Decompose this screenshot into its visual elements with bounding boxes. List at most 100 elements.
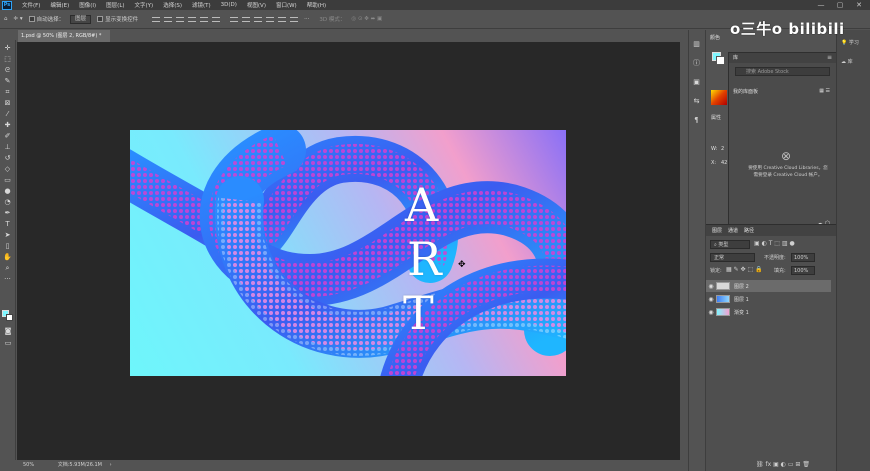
distribute-top-icon[interactable] (230, 16, 239, 22)
history-brush-tool-icon[interactable]: ↺ (3, 153, 13, 163)
width-value[interactable]: 2 (721, 146, 724, 152)
layer-row[interactable]: ◉ 图层 1 (706, 293, 831, 305)
library-selector[interactable]: 我的库面板 ▦ ☰ (733, 88, 832, 95)
tab-properties[interactable]: 属性 (711, 114, 721, 121)
zoom-level[interactable]: 50% (23, 462, 34, 468)
distribute-right-icon[interactable] (290, 16, 299, 22)
distribute-hcenter-icon[interactable] (278, 16, 287, 22)
panel-background-swatch[interactable] (716, 56, 725, 65)
3d-orbit-icon[interactable]: ◎ ⊙ ✥ ⬌ ▣ (351, 16, 382, 22)
quick-select-tool-icon[interactable]: ✎ (3, 76, 13, 86)
visibility-eye-icon[interactable]: ◉ (706, 283, 716, 290)
marquee-tool-icon[interactable]: ⬚ (3, 54, 13, 64)
path-select-tool-icon[interactable]: ➤ (3, 230, 13, 240)
menu-3d[interactable]: 3D(D) (221, 2, 237, 8)
x-value[interactable]: 42 (721, 160, 727, 166)
align-bottom-icon[interactable] (176, 16, 185, 22)
eraser-tool-icon[interactable]: ◇ (3, 164, 13, 174)
quick-mask-icon[interactable]: ◙ (3, 326, 13, 336)
layer-row[interactable]: ◉ 渐变 1 (706, 306, 831, 318)
align-vcenter-icon[interactable] (164, 16, 173, 22)
menu-filter[interactable]: 滤镜(T) (192, 1, 211, 9)
lock-icons[interactable]: ▦ ✎ ✥ ⬚ 🔒 (726, 266, 763, 273)
menu-layer[interactable]: 图层(L) (106, 1, 124, 9)
actions-panel-icon[interactable]: ▣ (692, 77, 702, 87)
crop-tool-icon[interactable]: ⌗ (3, 87, 13, 97)
learn-label: 学习 (848, 40, 859, 46)
grid-view-icon[interactable]: ▦ ☰ (819, 88, 830, 94)
screen-mode-icon[interactable]: ▭ (3, 338, 13, 348)
history-panel-icon[interactable]: ▥ (692, 39, 702, 49)
panel-menu-icon[interactable]: ≡ (827, 53, 832, 63)
tab-paths[interactable]: 路径 (744, 227, 754, 234)
auto-select-dropdown[interactable]: 图层 (70, 14, 92, 24)
menu-select[interactable]: 选择(S) (163, 1, 182, 9)
lasso-tool-icon[interactable]: ᘓ (3, 65, 13, 75)
menu-edit[interactable]: 编辑(E) (50, 1, 69, 9)
blend-mode-dropdown[interactable]: 正常 (710, 253, 755, 262)
menu-window[interactable]: 窗口(W) (276, 1, 297, 9)
move-tool-icon[interactable]: ✛ ▾ (14, 16, 23, 22)
library-search-input[interactable]: 搜索 Adobe Stock (735, 67, 830, 76)
paragraph-panel-icon[interactable]: ¶ (692, 115, 702, 125)
type-tool-icon[interactable]: T (3, 219, 13, 229)
clone-stamp-tool-icon[interactable]: ⊥ (3, 142, 13, 152)
frame-tool-icon[interactable]: ⊠ (3, 98, 13, 108)
close-button[interactable]: ✕ (852, 0, 866, 10)
show-transform-checkbox[interactable]: 显示变换控件 (97, 15, 138, 23)
healing-brush-tool-icon[interactable]: ✚ (3, 120, 13, 130)
menu-view[interactable]: 视图(V) (247, 1, 266, 9)
libraries-panel-button[interactable]: ☁ 库 (841, 58, 853, 65)
menu-help[interactable]: 帮助(H) (307, 1, 326, 9)
rectangle-tool-icon[interactable]: ▯ (3, 241, 13, 251)
tab-color[interactable]: 颜色 (710, 34, 720, 41)
learn-panel-button[interactable]: 💡 学习 (841, 39, 859, 46)
blur-tool-icon[interactable]: ● (3, 186, 13, 196)
fill-field[interactable]: 100% (791, 266, 815, 275)
more-options-icon[interactable]: ··· (304, 16, 309, 22)
gradient-swatch[interactable] (711, 90, 727, 105)
menu-type[interactable]: 文字(Y) (135, 1, 154, 9)
align-left-icon[interactable] (188, 16, 197, 22)
artwork-canvas[interactable]: A R T (130, 130, 566, 376)
distribute-left-icon[interactable] (266, 16, 275, 22)
visibility-eye-icon[interactable]: ◉ (706, 309, 716, 316)
align-hcenter-icon[interactable] (200, 16, 209, 22)
home-icon[interactable]: ⌂ (4, 16, 8, 22)
background-color-swatch[interactable] (6, 314, 13, 321)
visibility-eye-icon[interactable]: ◉ (706, 296, 716, 303)
menu-image[interactable]: 图像(I) (79, 1, 96, 9)
zoom-tool-icon[interactable]: ⌕ (3, 263, 13, 273)
canvas-area[interactable]: A R T ✥ (17, 42, 680, 460)
document-tab[interactable]: 1.psd @ 50% (图层 2, RGB/8#) * (18, 30, 110, 42)
align-top-icon[interactable] (152, 16, 161, 22)
3d-mode-label: 3D 模式： (319, 17, 346, 23)
tab-layers[interactable]: 图层 (712, 227, 722, 234)
pen-tool-icon[interactable]: ✒ (3, 208, 13, 218)
tab-libraries[interactable]: 库 (733, 55, 738, 61)
distribute-vcenter-icon[interactable] (242, 16, 251, 22)
auto-select-checkbox[interactable]: 自动选择： (28, 15, 64, 23)
filter-icons[interactable]: ▣ ◐ T ⬚ ▥ ● (754, 240, 795, 247)
hand-tool-icon[interactable]: ✋ (3, 252, 13, 262)
layer-filter-dropdown[interactable]: ⌕ 类型 (710, 240, 750, 249)
width-label: W: (711, 146, 718, 152)
distribute-bottom-icon[interactable] (254, 16, 263, 22)
maximize-button[interactable]: ▢ (833, 0, 847, 10)
menu-file[interactable]: 文件(F) (22, 1, 40, 9)
layer-actions-bar[interactable]: ⛓ fx ▣ ◐ ▭ ⊞ 🗑 (756, 461, 810, 468)
opacity-field[interactable]: 100% (791, 253, 815, 262)
adjustments-panel-icon[interactable]: ⇆ (692, 96, 702, 106)
eyedropper-tool-icon[interactable]: ⁄ (3, 109, 13, 119)
brush-tool-icon[interactable]: ✐ (3, 131, 13, 141)
layer-row[interactable]: ◉ 图层 2 (706, 280, 831, 292)
info-panel-icon[interactable]: ⓘ (692, 58, 702, 68)
status-arrow-icon[interactable]: › (110, 462, 112, 468)
minimize-button[interactable]: — (814, 0, 828, 10)
dodge-tool-icon[interactable]: ◔ (3, 197, 13, 207)
move-tool-icon[interactable]: ✛ (3, 43, 13, 53)
more-tools-icon[interactable]: ··· (3, 274, 13, 284)
tab-channels[interactable]: 通道 (728, 227, 738, 234)
align-right-icon[interactable] (212, 16, 221, 22)
gradient-tool-icon[interactable]: ▭ (3, 175, 13, 185)
